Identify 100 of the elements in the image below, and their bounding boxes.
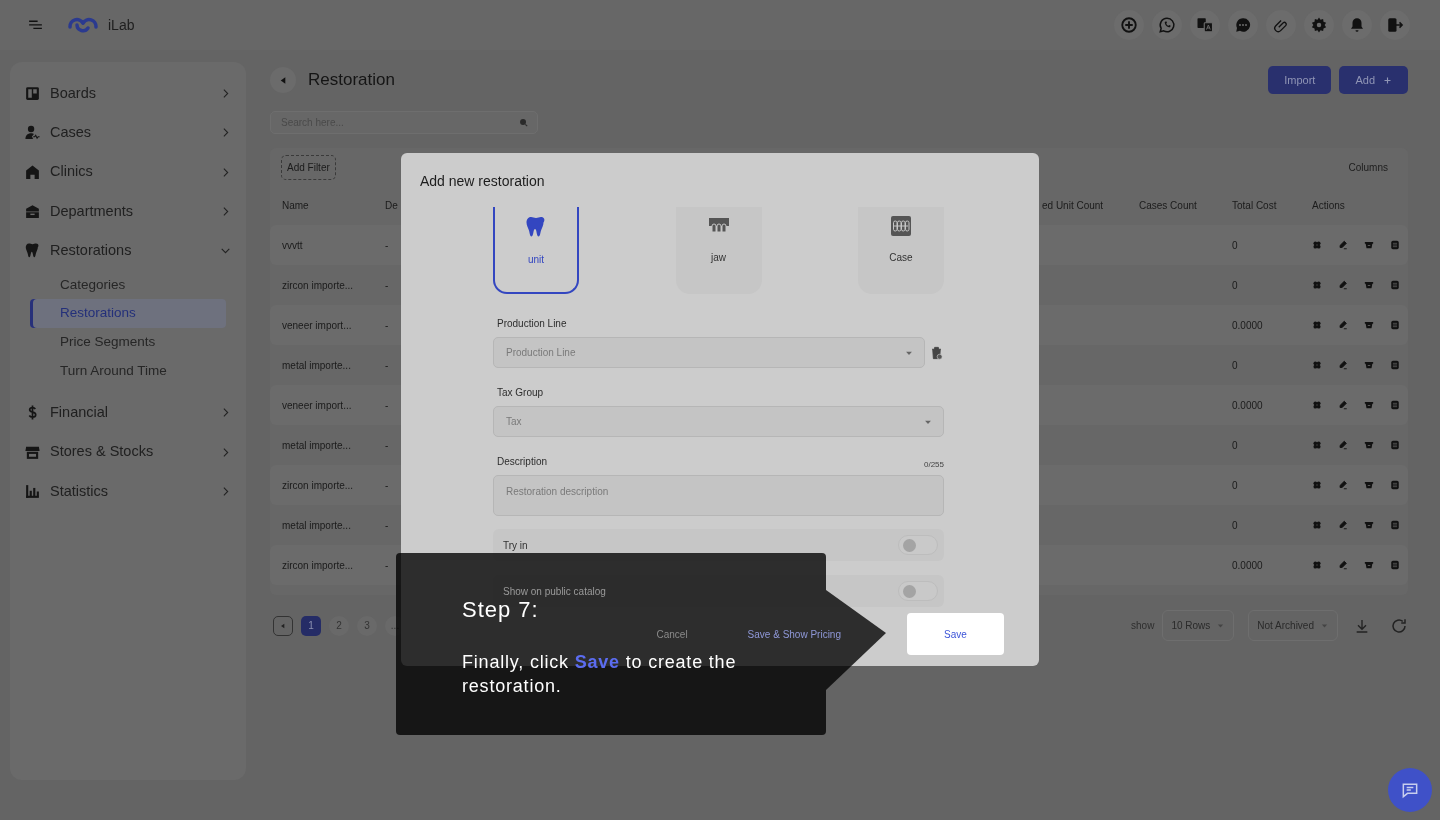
archive-icon[interactable]: [1364, 440, 1374, 450]
link-button[interactable]: [1266, 10, 1296, 40]
table-cell-text: 0.0000: [1232, 398, 1264, 413]
column-header: Actions: [1312, 199, 1346, 213]
sidebar-item[interactable]: Stores & Stocks: [24, 432, 232, 472]
download-icon[interactable]: [1354, 617, 1370, 634]
chat-icon: [1234, 16, 1252, 34]
table-cell-text: -: [385, 438, 390, 453]
field-label: Tax Group: [497, 386, 544, 400]
type-option[interactable]: unit: [493, 207, 579, 294]
chat-button[interactable]: [1388, 768, 1432, 812]
table-cell-text: -: [385, 278, 390, 293]
document-icon[interactable]: [1390, 520, 1400, 530]
pencil-icon[interactable]: [1338, 440, 1348, 450]
document-icon[interactable]: [1390, 480, 1400, 490]
pencil-icon[interactable]: [1338, 360, 1348, 370]
columns-button[interactable]: Columns: [1342, 158, 1394, 176]
sidebar-item[interactable]: Departments: [24, 191, 232, 232]
toggle-label: Try in: [503, 538, 529, 553]
board-icon: [24, 85, 41, 103]
page-title: Restoration: [308, 69, 395, 92]
pencil-icon[interactable]: [1338, 520, 1348, 530]
archive-icon[interactable]: [1364, 360, 1374, 370]
pencil-icon[interactable]: [1338, 280, 1348, 290]
rows-per-page-select[interactable]: 10 Rows: [1162, 610, 1235, 641]
document-icon[interactable]: [1390, 240, 1400, 250]
save-button[interactable]: Save: [907, 613, 1004, 655]
document-icon[interactable]: [1390, 560, 1400, 570]
type-option[interactable]: jaw: [675, 207, 762, 294]
back-icon: [279, 621, 287, 630]
sidebar-subitem[interactable]: Restorations: [30, 299, 226, 328]
archive-icon[interactable]: [1364, 240, 1374, 250]
previous-page-button[interactable]: [273, 615, 293, 636]
pencil-icon[interactable]: [1338, 560, 1348, 570]
sidebar-item[interactable]: Financial: [24, 393, 232, 433]
phone-chat-button[interactable]: [1152, 10, 1182, 40]
archive-icon[interactable]: [1364, 280, 1374, 290]
box-icon: [24, 203, 41, 221]
trash-icon[interactable]: [929, 344, 944, 361]
page-button[interactable]: 1: [301, 615, 321, 636]
clover-icon[interactable]: [1312, 560, 1322, 570]
add-button[interactable]: [1114, 10, 1144, 40]
table-cell-text: metal importe...: [282, 518, 352, 533]
table-cell-text: 0: [1232, 238, 1239, 253]
type-option[interactable]: Case: [858, 207, 944, 294]
notification-button[interactable]: [1342, 10, 1372, 40]
archive-icon[interactable]: [1364, 480, 1374, 490]
sidebar-item[interactable]: Statistics: [24, 471, 232, 512]
clover-icon[interactable]: [1312, 360, 1322, 370]
cancel-button[interactable]: Cancel: [650, 625, 694, 643]
toggle-label: Show on public catalog: [503, 584, 607, 599]
sidebar-item[interactable]: Restorations: [24, 231, 232, 271]
settings-button[interactable]: [1304, 10, 1334, 40]
document-icon[interactable]: [1390, 360, 1400, 370]
description-input[interactable]: Restoration description: [504, 482, 933, 512]
document-icon[interactable]: [1390, 400, 1400, 410]
table-cell-text: -: [385, 558, 390, 573]
settings-icon: [1310, 16, 1328, 34]
document-icon[interactable]: [1390, 440, 1400, 450]
logout-button[interactable]: [1380, 10, 1410, 40]
archive-icon[interactable]: [1364, 400, 1374, 410]
bar-chart-icon: [24, 482, 41, 500]
chat-icon: [1400, 780, 1420, 800]
toggle-switch[interactable]: [898, 535, 938, 555]
add-filter-button[interactable]: Add Filter: [281, 154, 336, 180]
add-button[interactable]: Add: [1339, 66, 1408, 94]
modal-title: Add new restoration: [419, 172, 546, 191]
app-name: iLab: [108, 15, 135, 35]
import-button[interactable]: Import: [1268, 66, 1332, 94]
sidebar-subitem[interactable]: Price Segments: [30, 327, 226, 357]
sidebar-subitem[interactable]: Categories: [30, 270, 226, 300]
sidebar-item[interactable]: Boards: [24, 74, 232, 114]
clover-icon[interactable]: [1312, 320, 1322, 330]
clover-icon[interactable]: [1312, 480, 1322, 490]
description-field[interactable]: Restoration description: [493, 475, 944, 516]
refresh-icon[interactable]: [1390, 616, 1408, 635]
pencil-icon[interactable]: [1338, 480, 1348, 490]
clover-icon[interactable]: [1312, 520, 1322, 530]
pencil-icon[interactable]: [1338, 320, 1348, 330]
archive-icon[interactable]: [1364, 520, 1374, 530]
archive-icon[interactable]: [1364, 320, 1374, 330]
toggle-switch[interactable]: [898, 581, 938, 601]
table-cell-text: zircon importe...: [282, 558, 355, 573]
sidebar-item[interactable]: Clinics: [24, 152, 232, 192]
save-and-show-pricing-button[interactable]: Save & Show Pricing: [741, 625, 847, 643]
sidebar-item[interactable]: Cases: [24, 113, 232, 153]
clover-icon[interactable]: [1312, 440, 1322, 450]
clover-icon[interactable]: [1312, 400, 1322, 410]
pencil-icon[interactable]: [1338, 400, 1348, 410]
translate-button[interactable]: [1190, 10, 1220, 40]
chat-button[interactable]: [1228, 10, 1258, 40]
table-cell-text: 0: [1232, 278, 1239, 293]
document-icon[interactable]: [1390, 320, 1400, 330]
pencil-icon[interactable]: [1338, 240, 1348, 250]
sidebar-subitem[interactable]: Turn Around Time: [30, 356, 226, 386]
clover-icon[interactable]: [1312, 280, 1322, 290]
clover-icon[interactable]: [1312, 240, 1322, 250]
document-icon[interactable]: [1390, 280, 1400, 290]
table-cell-text: -: [385, 518, 390, 533]
archive-icon[interactable]: [1364, 560, 1374, 570]
